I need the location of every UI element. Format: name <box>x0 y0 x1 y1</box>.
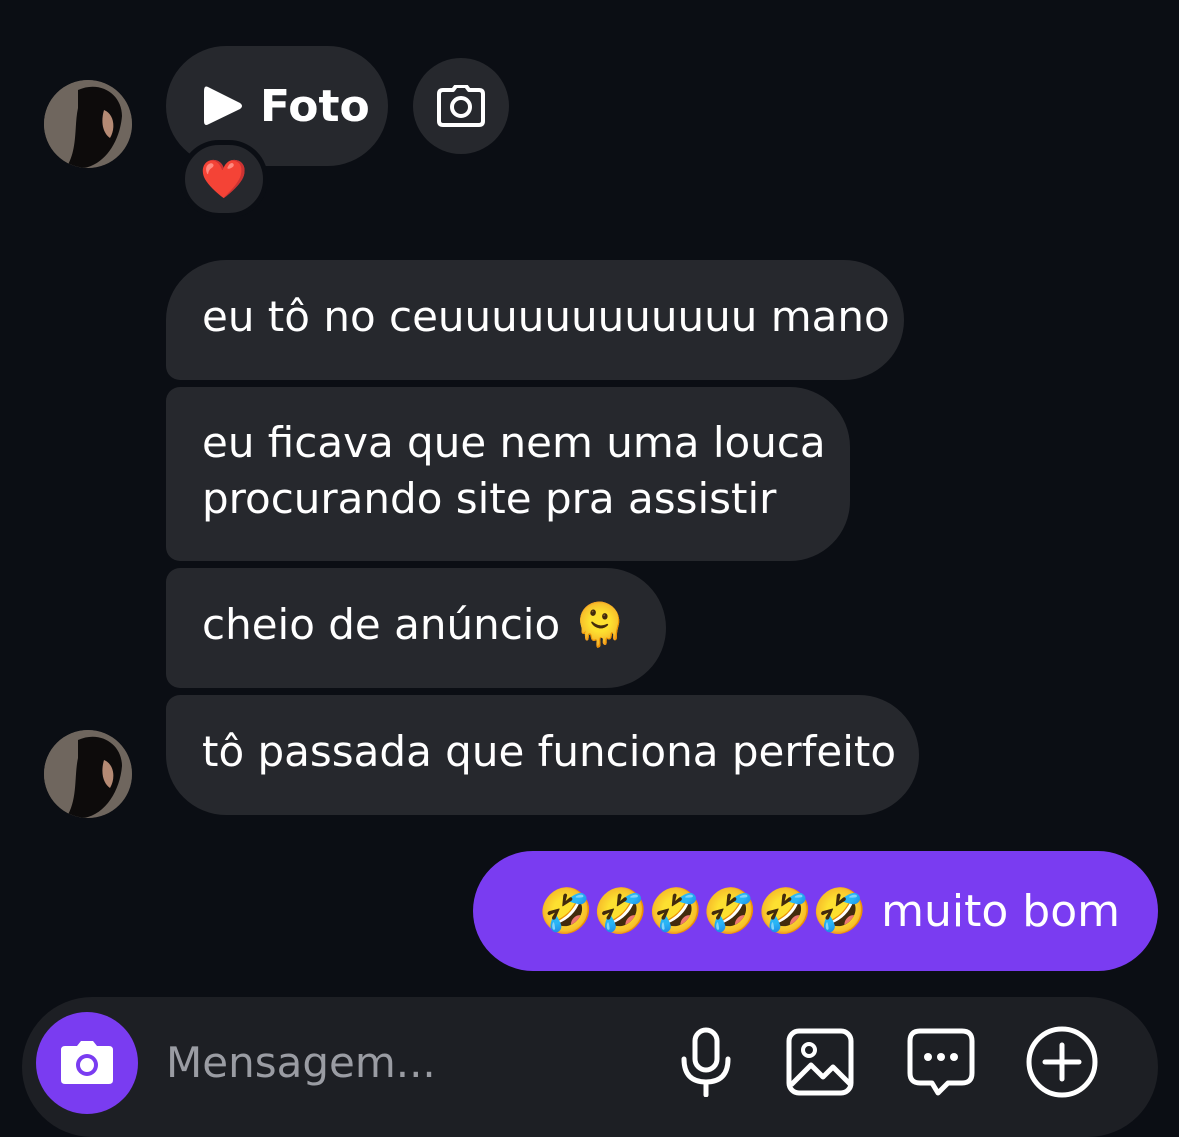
gallery-icon <box>786 1028 854 1096</box>
sticker-button[interactable] <box>903 1024 979 1100</box>
message-text: cheio de anúncio 🫠 <box>202 600 626 649</box>
message-text-line: procurando site pra assistir <box>202 474 777 523</box>
message-text: tô passada que funciona perfeito <box>202 727 897 776</box>
camera-reply-button[interactable] <box>413 58 509 154</box>
avatar-photo <box>44 80 132 168</box>
play-icon <box>204 86 242 125</box>
received-message[interactable]: cheio de anúncio 🫠 <box>166 568 666 688</box>
plus-icon <box>1026 1026 1098 1098</box>
message-text-line: eu ficava que nem uma louca <box>202 418 826 467</box>
message-input[interactable]: Mensagem... <box>166 1038 436 1087</box>
received-message[interactable]: tô passada que funciona perfeito <box>166 695 919 815</box>
sticker-icon <box>907 1028 975 1096</box>
camera-icon <box>61 1041 113 1084</box>
heart-reaction[interactable]: ❤️ <box>180 140 268 218</box>
received-message[interactable]: eu ficava que nem uma louca procurando s… <box>166 387 850 561</box>
message-text: eu tô no ceuuuuuuuuuuuu mano <box>202 292 890 341</box>
message-text: 🤣🤣🤣🤣🤣🤣 muito bom <box>538 886 1120 937</box>
received-message[interactable]: eu tô no ceuuuuuuuuuuuu mano <box>166 260 904 380</box>
microphone-button[interactable] <box>668 1024 744 1100</box>
microphone-icon <box>681 1027 731 1097</box>
avatar-photo <box>44 730 132 818</box>
camera-icon <box>437 85 485 127</box>
sender-avatar[interactable] <box>44 80 132 168</box>
sent-message[interactable]: 🤣🤣🤣🤣🤣🤣 muito bom <box>473 851 1158 971</box>
sender-avatar[interactable] <box>44 730 132 818</box>
more-options-button[interactable] <box>1024 1024 1100 1100</box>
photo-label: Foto <box>260 80 370 132</box>
gallery-button[interactable] <box>782 1024 858 1100</box>
heart-reaction-emoji: ❤️ <box>200 156 248 201</box>
